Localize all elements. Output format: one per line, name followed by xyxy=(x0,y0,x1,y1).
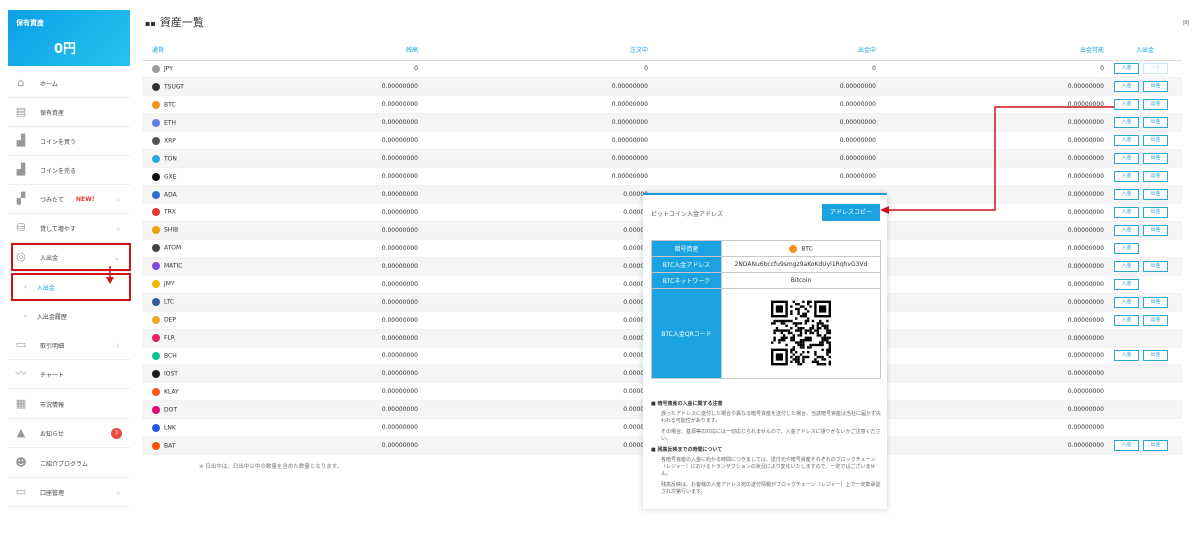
annotation-arrowhead xyxy=(880,206,889,214)
highlight-deposit-submenu xyxy=(11,273,131,301)
highlight-deposit-menu xyxy=(11,243,131,271)
annotation-arrow-line xyxy=(887,106,1114,211)
annotation-overlay xyxy=(106,106,1114,284)
